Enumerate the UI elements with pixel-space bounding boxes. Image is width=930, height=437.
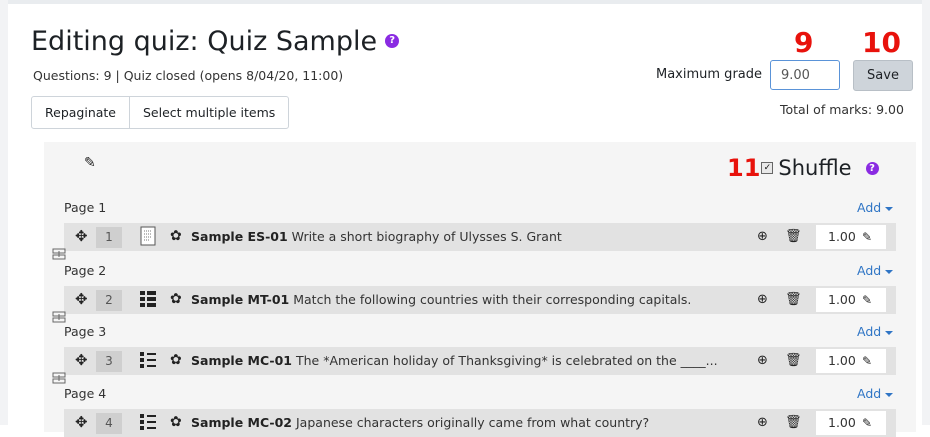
annotation-11: 11 [727,154,761,182]
add-label: Add [857,324,882,339]
annotation-9: 9 [794,26,814,59]
add-label: Add [857,263,882,278]
multichoice-icon [140,352,156,368]
question-text[interactable]: Sample MT-01 Match the following countri… [191,292,691,307]
caret-down-icon [885,206,894,211]
trash-icon[interactable]: 🗑 [785,353,802,368]
question-body: The *American holiday of Thanksgiving* i… [296,353,718,368]
page-heading: Page 4 [64,386,107,401]
add-label: Add [857,200,882,215]
add-menu[interactable]: Add [857,386,894,401]
add-menu[interactable]: Add [857,200,894,215]
pencil-icon[interactable]: ✎ [862,411,872,435]
question-text[interactable]: Sample MC-02 Japanese characters origina… [191,415,649,430]
mark-value: 1.00 [828,229,856,244]
mark-value: 1.00 [828,353,856,368]
move-icon[interactable]: ✥ [75,227,88,245]
mark-field[interactable]: 1.00 ✎ [816,411,886,435]
page-break-icon[interactable] [52,372,66,384]
cog-icon[interactable]: ✿ [170,414,182,430]
save-button[interactable]: Save [853,60,913,91]
mark-field[interactable]: 1.00 ✎ [816,225,886,249]
page-heading: Page 1 [64,200,107,215]
mark-field[interactable]: 1.00 ✎ [816,288,886,312]
left-border [0,0,8,425]
quiz-toolbar: Repaginate Select multiple items [31,96,290,129]
page-break-icon[interactable] [52,311,66,323]
move-icon[interactable]: ✥ [75,351,88,369]
question-name: Sample MC-02 [191,415,293,430]
mark-field[interactable]: 1.00 ✎ [816,349,886,373]
caret-down-icon [885,330,894,335]
essay-icon [140,226,156,246]
trash-icon[interactable]: 🗑 [785,415,802,430]
annotation-10: 10 [862,26,901,59]
shuffle-checkbox[interactable]: ✓ [761,162,774,174]
question-text[interactable]: Sample MC-01 The *American holiday of Th… [191,353,718,368]
select-multiple-button[interactable]: Select multiple items [129,97,288,128]
preview-icon[interactable]: ⊕ [757,353,768,368]
total-marks: Total of marks: 9.00 [780,102,904,117]
move-icon[interactable]: ✥ [75,413,88,431]
preview-icon[interactable]: ⊕ [757,229,768,244]
cog-icon[interactable]: ✿ [170,352,182,368]
page-title: Editing quiz: Quiz Sample? [31,26,400,57]
maximum-grade-label: Maximum grade [656,67,762,82]
pencil-icon[interactable]: ✎ [862,288,872,312]
pencil-icon[interactable]: ✎ [84,155,96,171]
question-body: Write a short biography of Ulysses S. Gr… [291,229,562,244]
question-circle-icon[interactable]: ? [865,161,879,175]
pencil-icon[interactable]: ✎ [862,349,872,373]
question-body: Japanese characters originally came from… [296,415,650,430]
page-title-text: Editing quiz: Quiz Sample [31,26,378,57]
preview-icon[interactable]: ⊕ [757,415,768,430]
question-number: 2 [96,290,122,311]
move-icon[interactable]: ✥ [75,290,88,308]
trash-icon[interactable]: 🗑 [785,292,802,307]
shuffle-control: 11 ✓ Shuffle ? [727,156,879,180]
repaginate-button[interactable]: Repaginate [32,97,129,128]
add-menu[interactable]: Add [857,324,894,339]
right-border [922,0,930,425]
question-number: 1 [96,227,122,248]
page-heading: Page 3 [64,324,107,339]
question-number: 3 [96,351,122,372]
top-border [0,0,930,4]
trash-icon[interactable]: 🗑 [785,229,802,244]
maximum-grade-input[interactable] [770,60,840,90]
mark-value: 1.00 [828,415,856,430]
page-break-icon[interactable] [52,248,66,260]
preview-icon[interactable]: ⊕ [757,292,768,307]
question-number: 4 [96,413,122,434]
question-name: Sample ES-01 [191,229,288,244]
multichoice-icon [140,414,156,430]
shuffle-label: Shuffle [778,156,852,180]
question-name: Sample MC-01 [191,353,293,368]
pencil-icon[interactable]: ✎ [862,225,872,249]
question-name: Sample MT-01 [191,292,290,307]
mark-value: 1.00 [828,292,856,307]
caret-down-icon [885,269,894,274]
question-text[interactable]: Sample ES-01 Write a short biography of … [191,229,562,244]
page-heading: Page 2 [64,263,107,278]
matching-icon [140,291,156,307]
cog-icon[interactable]: ✿ [170,228,182,244]
add-menu[interactable]: Add [857,263,894,278]
add-label: Add [857,386,882,401]
caret-down-icon [885,392,894,397]
cog-icon[interactable]: ✿ [170,291,182,307]
question-circle-icon[interactable]: ? [385,33,400,48]
question-body: Match the following countries with their… [293,292,692,307]
quiz-info: Questions: 9 | Quiz closed (opens 8/04/2… [33,68,344,83]
